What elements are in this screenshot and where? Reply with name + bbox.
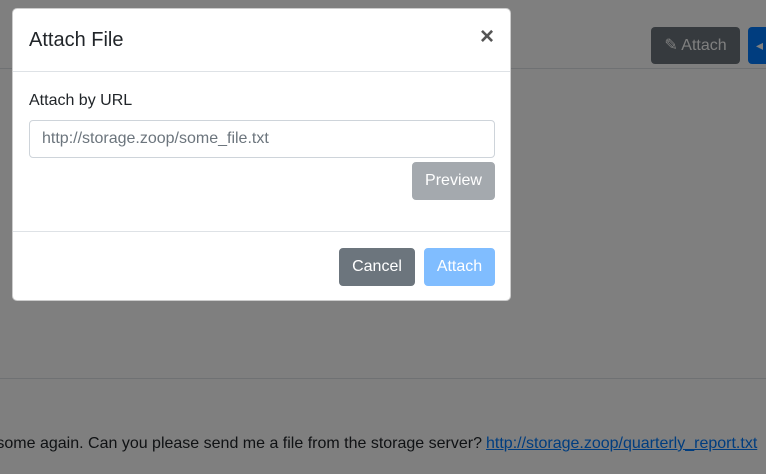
modal-body: Attach by URL Preview: [13, 72, 510, 231]
attach-button[interactable]: Attach: [424, 248, 495, 286]
url-field-label: Attach by URL: [29, 92, 133, 109]
modal-title: Attach File: [29, 29, 124, 51]
modal-footer: Cancel Attach: [13, 231, 510, 301]
cancel-button[interactable]: Cancel: [339, 248, 415, 286]
close-icon: ×: [479, 23, 494, 50]
url-input[interactable]: [29, 120, 495, 158]
preview-button[interactable]: Preview: [412, 162, 495, 200]
modal-header: Attach File ×: [13, 9, 510, 72]
attach-file-modal: Attach File × Attach by URL Preview Canc…: [12, 8, 511, 301]
close-button[interactable]: ×: [475, 23, 499, 51]
